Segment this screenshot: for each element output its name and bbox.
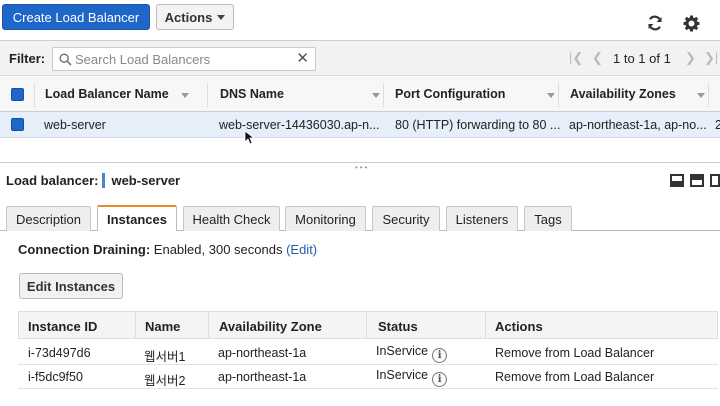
instances-table-header: Instance ID Name Availability Zone Statu…	[18, 311, 718, 339]
lb-name-cell: web-server	[44, 118, 106, 132]
tab-health-check[interactable]: Health Check	[183, 206, 280, 231]
pagination-text: 1 to 1 of 1	[613, 51, 671, 66]
column-header-instance-name[interactable]: Name	[145, 319, 180, 334]
column-divider[interactable]	[558, 83, 559, 107]
column-divider	[485, 311, 486, 339]
table-row[interactable]: web-server web-server-14436030.ap-n... 8…	[0, 112, 720, 138]
layout-split-icon[interactable]	[690, 174, 704, 187]
column-divider	[366, 311, 367, 339]
table-header: Load Balancer Name DNS Name Port Configu…	[0, 77, 720, 112]
edit-instances-button[interactable]: Edit Instances	[19, 273, 123, 299]
table-row: i-73d497d6 웹서버1 ap-northeast-1a InServic…	[18, 341, 718, 365]
select-all-checkbox[interactable]	[11, 88, 24, 101]
sort-caret-icon	[697, 93, 705, 98]
column-divider	[208, 311, 209, 339]
column-divider[interactable]	[34, 83, 35, 107]
column-header-status[interactable]: Status	[378, 319, 418, 334]
filter-label: Filter:	[9, 51, 46, 66]
detail-title: Load balancer: web-server	[6, 173, 180, 188]
column-header-zones[interactable]: Availability Zones	[570, 87, 676, 101]
tab-listeners[interactable]: Listeners	[446, 206, 518, 231]
instance-status: InService i	[376, 344, 448, 363]
tab-security[interactable]: Security	[372, 206, 440, 231]
instance-status: InService i	[376, 368, 448, 387]
status-text: InService	[376, 344, 429, 358]
tab-instances[interactable]: Instances	[97, 205, 177, 231]
top-toolbar: Create Load Balancer Actions	[0, 0, 720, 40]
layout-full-icon[interactable]	[710, 174, 720, 187]
column-header-name[interactable]: Load Balancer Name	[45, 87, 169, 101]
row-checkbox[interactable]	[11, 118, 24, 131]
color-marker	[102, 173, 106, 188]
tab-monitoring[interactable]: Monitoring	[285, 206, 366, 231]
column-header-availability-zone[interactable]: Availability Zone	[219, 319, 322, 334]
filter-bar: Filter: ✕ |❮ ❮ 1 to 1 of 1 ❯ ❯|	[0, 40, 720, 76]
instance-zone: ap-northeast-1a	[218, 346, 307, 360]
next-page-icon[interactable]: ❯	[685, 50, 696, 66]
remove-from-lb-link[interactable]: Remove from Load Balancer	[495, 346, 654, 360]
column-header-actions[interactable]: Actions	[495, 319, 543, 334]
instance-id-link[interactable]: i-73d497d6	[28, 346, 91, 360]
port-config-cell: 80 (HTTP) forwarding to 80 ...	[395, 118, 561, 132]
availability-zones-cell: ap-northeast-1a, ap-no...	[569, 118, 707, 132]
tab-description[interactable]: Description	[6, 206, 91, 231]
instance-name: 웹서버1	[144, 350, 186, 364]
draining-label: Connection Draining:	[18, 242, 151, 257]
prev-page-icon[interactable]: ❮	[592, 50, 603, 66]
create-load-balancer-button[interactable]: Create Load Balancer	[2, 4, 150, 30]
layout-bottom-icon[interactable]	[670, 174, 684, 187]
actions-dropdown[interactable]: Actions	[156, 4, 234, 30]
instance-zone: ap-northeast-1a	[218, 370, 307, 384]
instance-id-link[interactable]: i-f5dc9f50	[28, 370, 83, 384]
info-icon[interactable]: i	[432, 348, 448, 363]
column-header-dns[interactable]: DNS Name	[220, 87, 284, 101]
sort-caret-icon	[547, 93, 555, 98]
remove-from-lb-link[interactable]: Remove from Load Balancer	[495, 370, 654, 384]
chevron-down-icon	[217, 14, 226, 20]
first-page-icon[interactable]: |❮	[569, 50, 583, 66]
column-header-instance-id[interactable]: Instance ID	[28, 319, 97, 334]
column-divider[interactable]	[207, 83, 208, 107]
close-icon[interactable]: ✕	[296, 51, 309, 67]
search-icon	[59, 53, 72, 69]
refresh-icon[interactable]	[645, 13, 665, 33]
table-row: i-f5dc9f50 웹서버2 ap-northeast-1a InServic…	[18, 365, 718, 389]
drag-handle-icon[interactable]: •••	[355, 164, 369, 172]
tab-tags[interactable]: Tags	[524, 206, 572, 231]
extra-column-cell: 2	[715, 118, 720, 132]
draining-edit-link[interactable]: (Edit)	[286, 242, 317, 257]
detail-lb-name: web-server	[111, 173, 181, 188]
column-header-port[interactable]: Port Configuration	[395, 87, 505, 101]
search-box[interactable]: ✕	[52, 47, 316, 71]
search-input[interactable]	[75, 51, 295, 67]
column-divider[interactable]	[708, 83, 709, 107]
instance-name: 웹서버2	[144, 374, 186, 388]
connection-draining: Connection Draining: Enabled, 300 second…	[18, 242, 317, 257]
gear-icon[interactable]	[681, 13, 701, 33]
column-divider	[135, 311, 136, 339]
actions-label: Actions	[164, 9, 213, 25]
sort-caret-icon	[372, 93, 380, 98]
draining-value: Enabled, 300 seconds	[153, 242, 283, 257]
last-page-icon[interactable]: ❯|	[704, 50, 718, 66]
status-text: InService	[376, 368, 429, 382]
detail-label: Load balancer:	[6, 173, 99, 188]
sort-caret-icon	[181, 93, 189, 98]
info-icon[interactable]: i	[432, 372, 448, 387]
cursor-icon	[244, 130, 254, 145]
column-divider[interactable]	[383, 83, 384, 107]
